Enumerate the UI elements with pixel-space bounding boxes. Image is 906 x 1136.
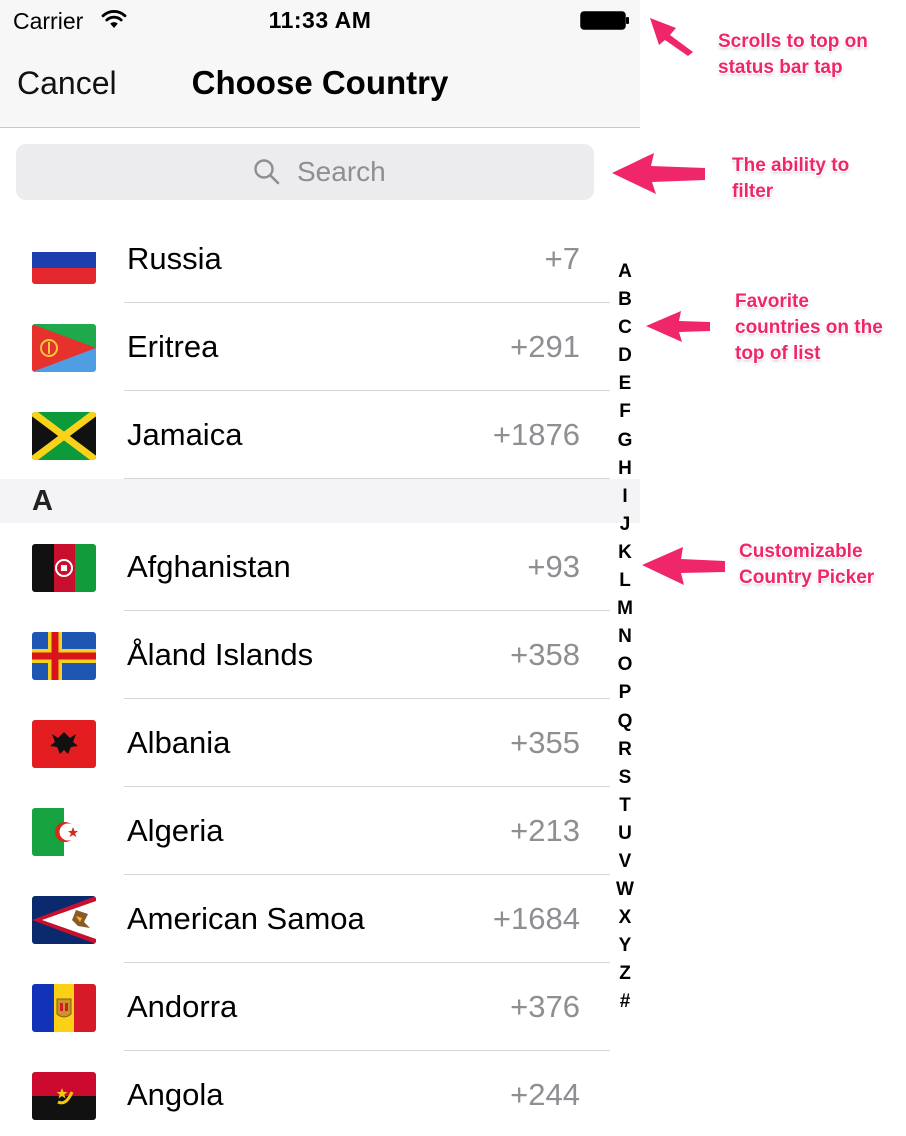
annotation-arrow-search [612,153,705,194]
annotation-customizable: Customizable Country Picker [739,541,875,588]
annotation-arrow-picker [642,547,725,585]
annotation-favorites: Favorite countries on the top of list [735,291,883,364]
annotation-arrow-status-bar [650,18,693,56]
annotation-filter: The ability to filter [732,155,850,202]
annotation-arrow-favorites [646,311,710,342]
annotation-status-bar-tap: Scrolls to top on status bar tap [718,31,868,78]
